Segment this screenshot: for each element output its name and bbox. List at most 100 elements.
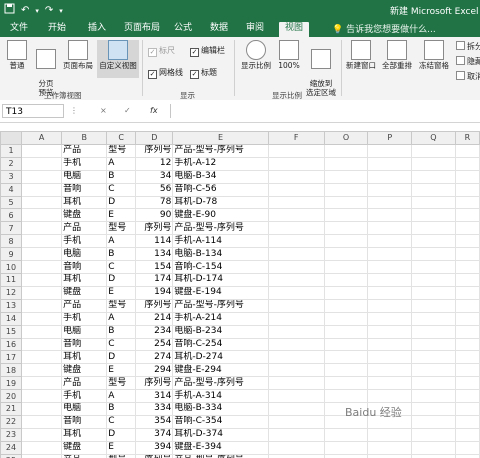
cell[interactable] xyxy=(21,414,63,429)
cell[interactable]: 354 xyxy=(135,414,174,429)
cell[interactable]: 音响-C-154 xyxy=(172,260,269,274)
tab-review[interactable]: 审阅 xyxy=(244,22,266,37)
cell[interactable]: 90 xyxy=(135,208,174,223)
row-header[interactable]: 24 xyxy=(0,440,23,455)
cell[interactable]: 音响 xyxy=(61,414,108,429)
cell[interactable] xyxy=(323,440,369,455)
cell[interactable] xyxy=(454,311,480,326)
cell[interactable] xyxy=(21,324,63,339)
row-header[interactable]: 13 xyxy=(0,298,23,313)
cell[interactable] xyxy=(323,363,369,378)
cell[interactable]: 音响 xyxy=(61,337,108,352)
formula-input[interactable] xyxy=(170,104,479,118)
cell[interactable] xyxy=(367,440,413,455)
column-header[interactable]: Q xyxy=(411,131,456,145)
cell[interactable] xyxy=(267,389,325,404)
cell[interactable] xyxy=(267,234,325,249)
cell[interactable]: 耳机-D-174 xyxy=(172,272,269,287)
cell[interactable] xyxy=(454,169,480,184)
cell[interactable] xyxy=(367,182,413,197)
split-button[interactable]: 拆分 xyxy=(456,41,480,52)
cell[interactable] xyxy=(367,337,413,352)
cell[interactable]: B xyxy=(106,169,137,184)
cell[interactable] xyxy=(411,221,456,236)
cell[interactable] xyxy=(21,440,63,455)
cell[interactable]: 音响 xyxy=(61,182,108,197)
cell[interactable] xyxy=(21,427,63,442)
cell[interactable] xyxy=(323,389,369,404)
cell[interactable] xyxy=(367,169,413,184)
cell[interactable] xyxy=(323,208,369,223)
cell[interactable] xyxy=(323,195,369,210)
cell[interactable]: 手机 xyxy=(61,311,108,326)
cell[interactable]: 型号 xyxy=(106,221,137,236)
cell[interactable]: 产品 xyxy=(61,376,108,391)
row-header[interactable]: 16 xyxy=(0,337,23,352)
cell[interactable] xyxy=(267,337,325,352)
cell[interactable] xyxy=(323,376,369,391)
cell[interactable] xyxy=(323,350,369,365)
cell[interactable] xyxy=(411,247,456,262)
cell[interactable]: 序列号 xyxy=(135,143,174,158)
cell[interactable]: 键盘 xyxy=(61,363,108,378)
chevron-down-icon[interactable]: ▾ xyxy=(35,5,39,17)
cell[interactable]: 键盘 xyxy=(61,440,108,455)
save-icon[interactable] xyxy=(4,3,15,18)
cell[interactable] xyxy=(21,298,63,313)
cell[interactable]: 键盘 xyxy=(61,285,108,300)
freeze-panes-button[interactable]: 冻结窗格 xyxy=(416,40,452,78)
cell[interactable] xyxy=(367,156,413,171)
cell[interactable] xyxy=(21,272,63,287)
cell[interactable]: 电脑-B-34 xyxy=(172,169,269,184)
row-header[interactable]: 8 xyxy=(0,234,23,249)
cell[interactable] xyxy=(323,247,369,262)
cell[interactable] xyxy=(411,143,456,158)
cell[interactable] xyxy=(411,195,456,210)
cell[interactable] xyxy=(323,324,369,339)
cell[interactable] xyxy=(411,376,456,391)
column-header[interactable]: R xyxy=(454,131,480,145)
cell[interactable] xyxy=(267,195,325,210)
cell[interactable]: 耳机-D-374 xyxy=(172,427,269,442)
cell[interactable] xyxy=(411,311,456,326)
tab-data[interactable]: 数据 xyxy=(208,22,230,37)
cell[interactable] xyxy=(323,337,369,352)
cell[interactable] xyxy=(267,453,325,458)
undo-icon[interactable]: ↶ xyxy=(21,5,29,17)
cell[interactable]: 214 xyxy=(135,311,174,326)
tab-home[interactable]: 开始 xyxy=(46,22,68,37)
cell[interactable]: 产品-型号-序列号 xyxy=(172,453,269,458)
cell[interactable] xyxy=(267,143,325,158)
row-header[interactable]: 4 xyxy=(0,182,23,197)
cell[interactable] xyxy=(454,350,480,365)
row-header[interactable]: 9 xyxy=(0,247,23,262)
cell[interactable]: E xyxy=(106,208,137,223)
cell[interactable]: 产品-型号-序列号 xyxy=(172,221,269,236)
cell[interactable]: 12 xyxy=(135,156,174,171)
cell[interactable] xyxy=(267,427,325,442)
cell[interactable] xyxy=(411,440,456,455)
cell[interactable] xyxy=(21,221,63,236)
cell[interactable] xyxy=(454,427,480,442)
cell[interactable]: 56 xyxy=(135,182,174,197)
cell[interactable] xyxy=(267,324,325,339)
cell[interactable]: 型号 xyxy=(106,298,137,313)
cell[interactable]: 电脑-B-334 xyxy=(172,402,269,416)
column-header[interactable]: F xyxy=(267,131,325,145)
cell[interactable]: E xyxy=(106,363,137,378)
cell[interactable] xyxy=(267,376,325,391)
cell[interactable] xyxy=(367,247,413,262)
cell[interactable]: 手机-A-314 xyxy=(172,389,269,404)
row-header[interactable]: 14 xyxy=(0,311,23,326)
cell[interactable] xyxy=(323,221,369,236)
cell[interactable]: 产品 xyxy=(61,453,108,458)
cell[interactable] xyxy=(411,389,456,404)
page-layout-view-button[interactable]: 页面布局 xyxy=(60,40,96,78)
cell[interactable]: 电脑 xyxy=(61,169,108,184)
cell[interactable]: 键盘-E-394 xyxy=(172,440,269,455)
cell[interactable] xyxy=(367,427,413,442)
tab-file[interactable]: 文件 xyxy=(8,22,30,37)
cell[interactable] xyxy=(267,440,325,455)
cell[interactable] xyxy=(411,402,456,416)
cell[interactable]: B xyxy=(106,247,137,262)
